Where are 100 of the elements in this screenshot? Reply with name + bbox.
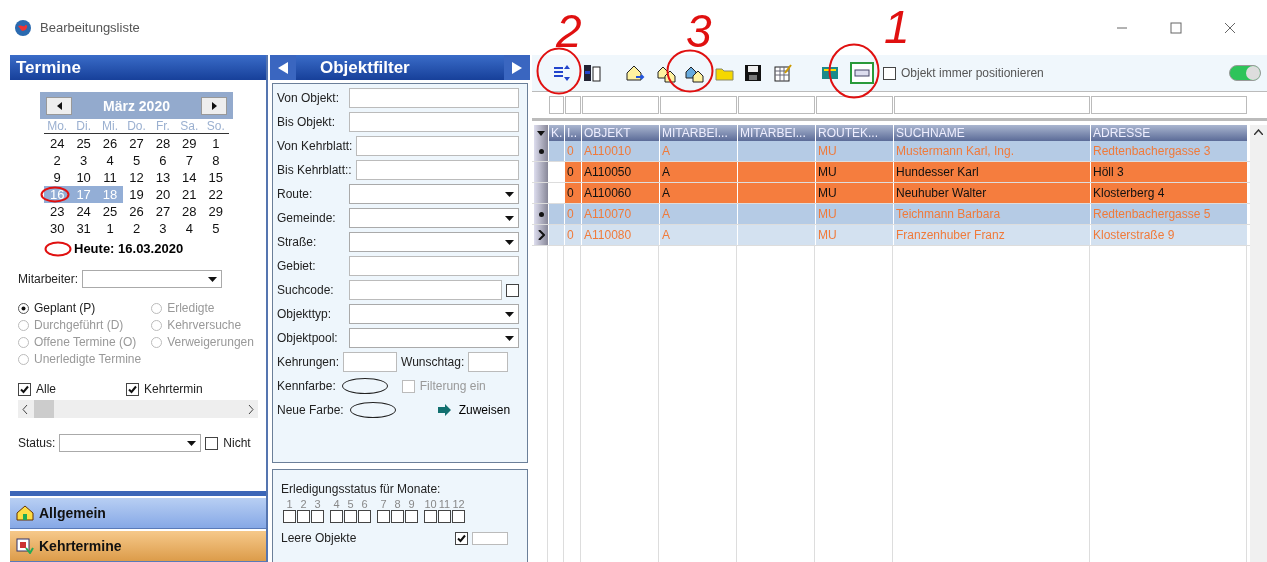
checkbox[interactable] <box>311 510 324 523</box>
filter-field[interactable] <box>565 96 581 114</box>
column-menu-button[interactable] <box>534 125 548 141</box>
filter-field[interactable] <box>582 96 659 114</box>
calendar-day[interactable]: 24 <box>44 135 71 152</box>
dropdown-field[interactable] <box>349 184 519 204</box>
calendar-day[interactable]: 4 <box>96 152 124 169</box>
input-field[interactable] <box>349 256 519 276</box>
calendar-day[interactable]: 2 <box>44 152 71 169</box>
nav-section-button[interactable]: Kehrtermine <box>10 531 266 562</box>
chevron-left-icon[interactable] <box>22 404 28 414</box>
previous-month-button[interactable] <box>46 96 72 115</box>
input-field[interactable] <box>472 531 508 545</box>
toolbar-button[interactable] <box>625 63 645 83</box>
calendar-day[interactable]: 31 <box>70 220 97 237</box>
input-field[interactable] <box>349 88 519 108</box>
checkbox[interactable] <box>344 510 357 523</box>
calendar-day[interactable]: 3 <box>70 152 97 169</box>
calendar-day[interactable]: 27 <box>149 203 177 220</box>
calendar-day[interactable]: 20 <box>149 186 177 203</box>
calendar-day[interactable]: 4 <box>176 220 203 237</box>
row-marker[interactable] <box>534 162 548 182</box>
checkbox[interactable] <box>438 510 451 523</box>
row-marker[interactable] <box>534 225 548 245</box>
filter-field[interactable] <box>738 96 815 114</box>
scroll-thumb[interactable] <box>34 400 54 418</box>
next-month-button[interactable] <box>201 96 227 115</box>
calendar-day[interactable]: 26 <box>123 203 150 220</box>
calendar-day[interactable]: 3 <box>149 220 177 237</box>
horizontal-scrollbar[interactable] <box>18 400 258 418</box>
next-button[interactable] <box>504 55 530 80</box>
dropdown-field[interactable] <box>349 328 519 348</box>
toolbar-button[interactable] <box>743 63 763 83</box>
filter-field[interactable] <box>816 96 893 114</box>
filter-field[interactable] <box>1091 96 1247 114</box>
calendar-day[interactable]: 28 <box>149 135 177 152</box>
calendar-day[interactable]: 27 <box>123 135 150 152</box>
calendar-day[interactable]: 26 <box>96 135 124 152</box>
checkbox[interactable] <box>18 382 31 396</box>
calendar-day[interactable]: 22 <box>202 186 229 203</box>
calendar-day[interactable]: 29 <box>202 203 229 220</box>
calendar-day[interactable]: 29 <box>176 135 203 152</box>
employee-dropdown[interactable] <box>82 270 223 288</box>
calendar-day[interactable]: 1 <box>202 135 229 152</box>
radio-button[interactable] <box>18 303 29 314</box>
dropdown-field[interactable] <box>349 208 519 228</box>
calendar-day[interactable]: 14 <box>176 169 203 186</box>
checkbox[interactable] <box>126 382 139 396</box>
vertical-scrollbar[interactable] <box>1250 125 1267 562</box>
row-marker[interactable] <box>534 141 548 161</box>
checkbox[interactable] <box>377 510 390 523</box>
dropdown-field[interactable] <box>349 304 519 324</box>
calendar-day[interactable]: 19 <box>123 186 150 203</box>
nav-section-button[interactable]: Allgemein <box>10 498 266 529</box>
checkbox[interactable] <box>401 379 415 393</box>
calendar-day[interactable]: 7 <box>176 152 203 169</box>
calendar-day[interactable]: 11 <box>96 169 124 186</box>
filter-field[interactable] <box>549 96 564 114</box>
calendar-day[interactable]: 1 <box>96 220 124 237</box>
input-field[interactable] <box>343 352 398 372</box>
filter-field[interactable] <box>660 96 737 114</box>
chevron-right-icon[interactable] <box>248 404 254 414</box>
checkbox[interactable] <box>452 510 465 523</box>
assign-button[interactable]: Zuweisen <box>437 403 511 417</box>
checkbox[interactable] <box>391 510 404 523</box>
chevron-up-icon[interactable] <box>1254 129 1263 135</box>
input-field[interactable] <box>356 136 519 156</box>
calendar-day[interactable]: 9 <box>44 169 71 186</box>
toggle-switch[interactable] <box>1229 65 1261 81</box>
checkbox[interactable] <box>883 66 896 80</box>
calendar-day[interactable]: 5 <box>202 220 229 237</box>
calendar-day[interactable]: 25 <box>96 203 124 220</box>
checkbox[interactable] <box>205 436 219 450</box>
calendar-day[interactable]: 5 <box>123 152 150 169</box>
input-field[interactable] <box>355 160 519 180</box>
calendar-day[interactable]: 6 <box>149 152 177 169</box>
toolbar-button[interactable] <box>582 63 602 83</box>
calendar-day[interactable]: 8 <box>202 152 229 169</box>
calendar-day[interactable]: 24 <box>70 203 97 220</box>
checkbox[interactable] <box>455 531 468 545</box>
calendar-day[interactable]: 30 <box>44 220 71 237</box>
checkbox[interactable] <box>358 510 371 523</box>
row-marker[interactable] <box>534 204 548 224</box>
calendar-day[interactable]: 15 <box>202 169 229 186</box>
calendar-day[interactable]: 21 <box>176 186 203 203</box>
calendar-day[interactable]: 25 <box>70 135 97 152</box>
checkbox[interactable] <box>283 510 296 523</box>
calendar-day[interactable]: 10 <box>70 169 97 186</box>
input-field[interactable] <box>349 280 502 300</box>
checkbox[interactable] <box>424 510 437 523</box>
checkbox[interactable] <box>506 283 519 297</box>
previous-button[interactable] <box>270 55 296 80</box>
filter-field[interactable] <box>894 96 1090 114</box>
calendar-day[interactable]: 12 <box>123 169 150 186</box>
calendar-day[interactable]: 2 <box>123 220 150 237</box>
input-field[interactable] <box>349 112 519 132</box>
checkbox[interactable] <box>405 510 418 523</box>
checkbox[interactable] <box>330 510 343 523</box>
calendar-day[interactable]: 13 <box>149 169 177 186</box>
dropdown-field[interactable] <box>349 232 519 252</box>
